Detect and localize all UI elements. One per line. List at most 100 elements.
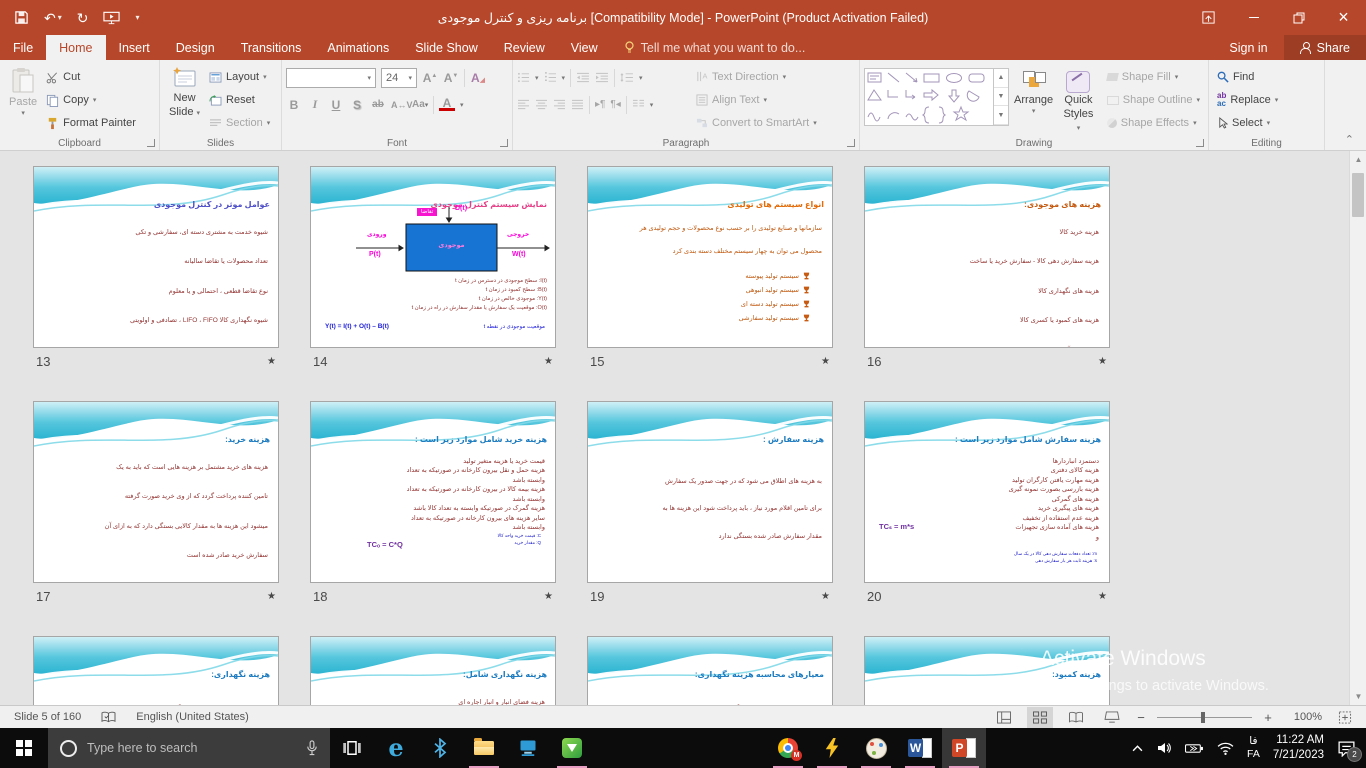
- reading-view-button[interactable]: [1063, 707, 1089, 728]
- slide-15[interactable]: انواع سیستم های تولیدیسازمانها و صنایع ت…: [587, 166, 833, 348]
- align-text-button[interactable]: Align Text▾: [692, 90, 821, 110]
- chrome-taskbar-icon[interactable]: M: [766, 728, 810, 768]
- tab-insert[interactable]: Insert: [106, 35, 163, 60]
- rtl-text-direction-button[interactable]: ¶◂: [610, 99, 620, 110]
- align-left-button[interactable]: [517, 99, 530, 110]
- zoom-out-button[interactable]: −: [1135, 710, 1147, 725]
- microphone-icon[interactable]: [306, 740, 318, 756]
- line-spacing-button[interactable]: [620, 72, 634, 83]
- language-indicator[interactable]: English (United States): [136, 711, 249, 723]
- restore-button[interactable]: [1276, 0, 1321, 35]
- tab-animations[interactable]: Animations: [314, 35, 402, 60]
- paragraph-dialog-launcher[interactable]: [847, 139, 855, 147]
- font-size-combo[interactable]: 24▾: [381, 68, 417, 88]
- slide-20[interactable]: هزینه سفارش شامل موارد زیر است :دستمزد ا…: [864, 401, 1110, 583]
- clear-formatting-button[interactable]: A◢: [470, 71, 486, 85]
- scrollbar-thumb[interactable]: [1352, 173, 1364, 217]
- gallery-up-icon[interactable]: ▲: [994, 69, 1008, 88]
- tell-me-box[interactable]: Tell me what you want to do...: [611, 35, 819, 60]
- zoom-slider-thumb[interactable]: [1201, 712, 1205, 723]
- font-family-combo[interactable]: ▾: [286, 68, 376, 88]
- text-direction-button[interactable]: AText Direction▾: [692, 67, 821, 87]
- slide-17[interactable]: هزینه خرید:هزینه های خرید مشتمل بر هزینه…: [33, 401, 279, 583]
- numbering-button[interactable]: [544, 72, 557, 83]
- task-view-taskbar-icon[interactable]: [330, 728, 374, 768]
- save-icon[interactable]: [14, 10, 29, 25]
- taskbar-search-box[interactable]: Type here to search: [48, 728, 330, 768]
- layout-button[interactable]: Layout▾: [205, 67, 274, 87]
- slide-16[interactable]: هزینه های موجودی:هزینه خرید کالاهزینه سف…: [864, 166, 1110, 348]
- new-slide-button[interactable]: NewSlide ▾: [164, 63, 205, 119]
- tab-transitions[interactable]: Transitions: [228, 35, 315, 60]
- bluetooth-taskbar-icon[interactable]: [418, 728, 462, 768]
- volume-icon[interactable]: [1156, 740, 1172, 756]
- redo-icon[interactable]: ↻: [77, 11, 89, 25]
- tab-home[interactable]: Home: [46, 35, 105, 60]
- slide-sorter-view-button[interactable]: [1027, 707, 1053, 728]
- edge-taskbar-icon[interactable]: e: [374, 728, 418, 768]
- ltr-text-direction-button[interactable]: ▸¶: [595, 99, 605, 110]
- zoom-slider[interactable]: [1157, 717, 1252, 718]
- winamp-taskbar-icon[interactable]: [810, 728, 854, 768]
- idm-taskbar-icon[interactable]: [550, 728, 594, 768]
- paste-button[interactable]: Paste▾: [4, 63, 42, 119]
- italic-button[interactable]: I: [307, 97, 323, 112]
- language-switcher[interactable]: فاFA: [1247, 735, 1260, 761]
- scroll-down-icon[interactable]: ▼: [1350, 688, 1366, 705]
- hidden-icons-chevron[interactable]: [1132, 745, 1143, 752]
- decrease-indent-button[interactable]: [576, 72, 590, 83]
- reset-button[interactable]: Reset: [205, 90, 274, 110]
- battery-icon[interactable]: [1185, 743, 1204, 754]
- remote-desktop-taskbar-icon[interactable]: [506, 728, 550, 768]
- taskbar-clock[interactable]: 11:22 AM7/21/2023: [1273, 733, 1324, 763]
- underline-button[interactable]: U: [328, 98, 344, 112]
- quick-styles-button[interactable]: QuickStyles ▾: [1058, 63, 1099, 135]
- collapse-ribbon-icon[interactable]: ⌃: [1345, 133, 1354, 146]
- slide-19[interactable]: هزینه سفارش :به هزینه های اطلاق می شود ک…: [587, 401, 833, 583]
- columns-button[interactable]: [632, 99, 645, 110]
- decrease-font-size-button[interactable]: A▼: [443, 71, 459, 85]
- strikethrough-button[interactable]: ab: [370, 99, 386, 110]
- character-spacing-button[interactable]: A↔V: [391, 100, 407, 110]
- clipboard-dialog-launcher[interactable]: [147, 139, 155, 147]
- convert-to-smartart-button[interactable]: Convert to SmartArt▾: [692, 113, 821, 133]
- font-dialog-launcher[interactable]: [500, 139, 508, 147]
- bold-button[interactable]: B: [286, 98, 302, 112]
- slide-24[interactable]: هزینه کمبود:: [864, 636, 1110, 705]
- share-button[interactable]: Share: [1284, 35, 1366, 60]
- word-taskbar-icon[interactable]: W: [898, 728, 942, 768]
- start-from-beginning-icon[interactable]: [103, 11, 120, 25]
- normal-view-button[interactable]: [991, 707, 1017, 728]
- customize-qat-icon[interactable]: ▾: [135, 14, 139, 22]
- tab-view[interactable]: View: [558, 35, 611, 60]
- slide-21[interactable]: هزینه نگهداری:زمانی که کالا وارد انبار ش…: [33, 636, 279, 705]
- close-button[interactable]: ×: [1321, 0, 1366, 35]
- select-button[interactable]: Select▾: [1213, 113, 1282, 133]
- wifi-icon[interactable]: [1217, 742, 1234, 755]
- vertical-scrollbar[interactable]: ▲ ▼: [1349, 151, 1366, 705]
- replace-button[interactable]: abacReplace▾: [1213, 90, 1282, 110]
- gallery-down-icon[interactable]: ▼: [994, 88, 1008, 107]
- justify-button[interactable]: [571, 99, 584, 110]
- tab-review[interactable]: Review: [491, 35, 558, 60]
- spell-check-icon[interactable]: [101, 711, 116, 724]
- shape-outline-button[interactable]: Shape Outline▾: [1103, 90, 1204, 110]
- increase-font-size-button[interactable]: A▲: [422, 71, 438, 85]
- start-button[interactable]: [0, 728, 48, 768]
- tab-design[interactable]: Design: [163, 35, 228, 60]
- slide-13[interactable]: عوامل موثر در کنترل موجودیشیوه خدمت به م…: [33, 166, 279, 348]
- shape-fill-button[interactable]: Shape Fill▾: [1103, 67, 1204, 87]
- zoom-in-button[interactable]: +: [1262, 710, 1274, 725]
- fit-to-window-button[interactable]: [1332, 707, 1358, 728]
- tab-file[interactable]: File: [0, 35, 46, 60]
- align-right-button[interactable]: [553, 99, 566, 110]
- change-case-button[interactable]: Aa▾: [412, 99, 428, 110]
- align-center-button[interactable]: [535, 99, 548, 110]
- slide-show-button[interactable]: [1099, 707, 1125, 728]
- find-button[interactable]: Find: [1213, 67, 1282, 87]
- format-painter-button[interactable]: Format Painter: [42, 113, 140, 133]
- powerpoint-taskbar-icon[interactable]: P: [942, 728, 986, 768]
- sign-in-button[interactable]: Sign in: [1213, 35, 1283, 60]
- scroll-up-icon[interactable]: ▲: [1350, 151, 1366, 168]
- paint-taskbar-icon[interactable]: [854, 728, 898, 768]
